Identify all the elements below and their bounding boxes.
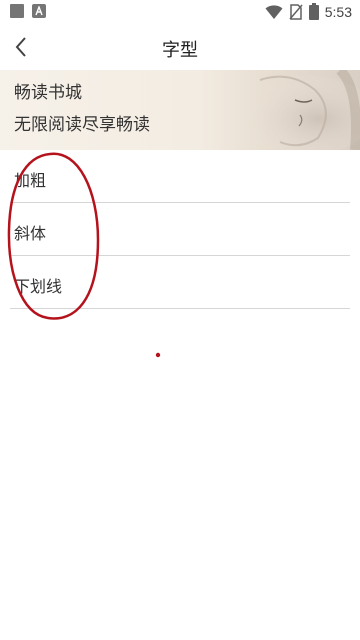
option-label: 加粗 (14, 171, 47, 190)
app-bar: 字型 (0, 24, 360, 70)
battery-icon (308, 3, 319, 20)
notification-square-icon (10, 4, 24, 18)
app-notification-icon (32, 4, 46, 18)
promo-banner[interactable]: 畅读书城 无限阅读尽享畅读 (0, 70, 360, 150)
banner-subtitle: 无限阅读尽享畅读 (14, 115, 150, 135)
banner-illustration (235, 70, 360, 150)
option-italic[interactable]: 斜体 (0, 203, 360, 256)
font-style-list: 加粗 斜体 下划线 (0, 150, 360, 309)
page-title: 字型 (162, 40, 198, 61)
no-sim-icon (289, 3, 303, 20)
annotation-dot (155, 352, 161, 358)
option-label: 下划线 (14, 277, 63, 296)
banner-title: 畅读书城 (14, 83, 82, 103)
option-label: 斜体 (14, 224, 47, 243)
wifi-icon (265, 4, 283, 19)
status-time: 5:53 (324, 3, 352, 20)
divider (10, 308, 350, 309)
option-bold[interactable]: 加粗 (0, 150, 360, 203)
option-underline[interactable]: 下划线 (0, 256, 360, 309)
status-bar: 5:53 (0, 0, 360, 24)
